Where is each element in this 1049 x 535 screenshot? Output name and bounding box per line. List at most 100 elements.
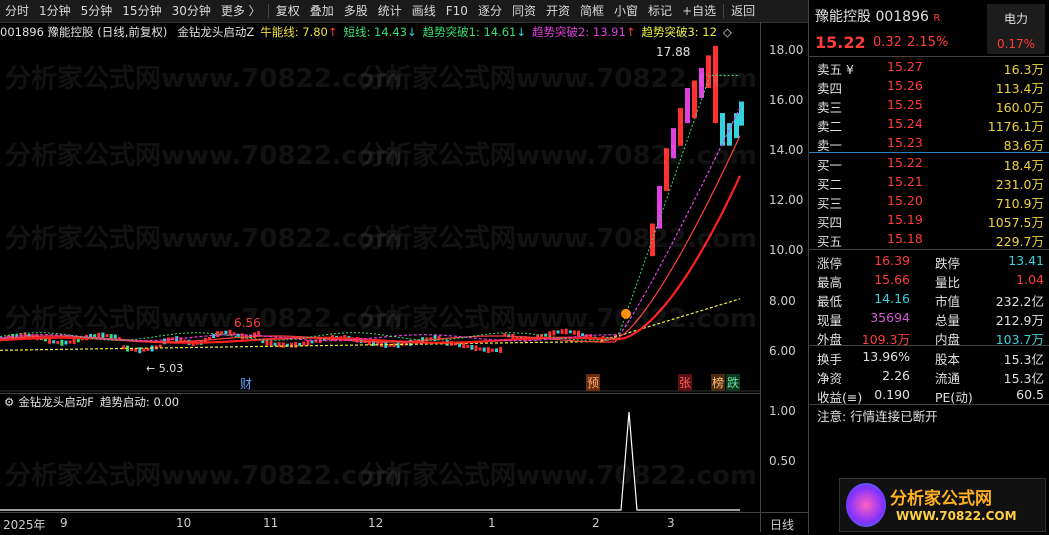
date-tick: 10 [176,516,192,530]
date-tick: 12 [368,516,384,530]
stock-name: 豫能控股 001896 R [815,9,941,25]
candle [269,340,273,346]
short-line [0,74,740,341]
toolbar-item[interactable]: 同资 [507,0,541,22]
candle [306,339,310,346]
date-tick: 2025年 [3,518,46,532]
indicator-header: 001896 豫能控股 (日线,前复权) 金钻龙头启动Z 牛能线: 7.80 ↑… [0,23,760,41]
price-tick: 10.00 [769,243,804,257]
period-label[interactable]: 日线 [770,516,794,533]
sub-indicator-header: ⚙ 金钻龙头启动F 趋势启动: 0.00 [0,393,760,410]
candlestick-chart[interactable] [0,42,760,392]
quote-panel: 豫能控股 001896 R 电力 0.17% 15.22 0.32 2.15% 卖五 ¥15… [808,0,1049,534]
toolbar-item[interactable]: 15分钟 [117,0,166,22]
candle [577,330,580,337]
date-tick: 1 [488,516,496,530]
toolbar-item[interactable]: 简框 [575,0,609,22]
toolbar-item[interactable]: 更多 〉 [216,0,266,22]
candle [706,55,711,88]
formula-name[interactable]: 金钻龙头启动Z [177,24,254,40]
candle [281,342,285,348]
candle [560,329,564,334]
toolbar-item[interactable]: +自选 [677,0,721,22]
toolbar-item[interactable]: 小窗 [609,0,643,22]
stat-row: 现量 35694 总量 212.9万 [817,310,1044,328]
toolbar-item[interactable]: 统计 [373,0,407,22]
candle [556,330,560,334]
stat-row: 最高 15.66 量比 1.04 [817,272,1044,290]
candle [72,338,76,345]
candle [302,341,306,346]
date-tick: 3 [667,516,675,530]
last-price: 15.22 [815,33,866,52]
sub-indicator-name[interactable]: 金钻龙头启动F [18,394,94,410]
toolbar-item[interactable]: 多股 [339,0,373,22]
trend1-arrow-icon: ↓ [516,25,527,39]
toolbar-item[interactable]: 5分钟 [76,0,118,22]
toolbar-item[interactable]: 返回 [726,0,760,22]
candle [664,148,669,191]
candle [470,344,474,350]
toolbar-item[interactable]: 30分钟 [167,0,216,22]
mid-high-annotation: 6.56 [234,316,261,330]
candle [101,332,105,338]
price-tick: 6.00 [769,344,796,358]
candle [486,347,490,353]
candle [109,334,113,339]
event-badge-list[interactable]: 榜 [711,374,726,391]
event-badge-forecast[interactable]: 预 [586,374,601,391]
ask-row[interactable]: 卖一 15.23 83.6万 [809,134,1049,153]
short-arrow-icon: ↓ [406,25,417,39]
candle [224,330,228,334]
candle [290,342,293,348]
stock-title: 001896 豫能控股 (日线,前复权) [0,25,168,39]
candle [97,332,101,338]
candle [671,128,676,159]
candle [548,331,552,337]
gear-icon[interactable]: ⚙ [4,395,14,409]
candle [685,87,690,124]
niu-line-value: 牛能线: 7.80 [260,25,328,39]
toolbar-item[interactable]: 逐分 [473,0,507,22]
candle [564,328,568,335]
ask-row[interactable]: 卖二 15.24 1176.1万 [809,115,1049,134]
stat-row: 净资 2.26 流通 15.3亿 [817,368,1044,386]
toolbar-item[interactable]: 复权 [271,0,305,22]
toolbar-item[interactable]: 开资 [541,0,575,22]
ask-row[interactable]: 卖四 15.26 113.4万 [809,77,1049,96]
sector-box[interactable]: 电力 0.17% [987,4,1045,54]
bid-row[interactable]: 买四 15.19 1057.5万 [809,211,1049,230]
toolbar-item[interactable]: 画线 [407,0,441,22]
event-badge-financial[interactable]: 财 [240,375,252,392]
bid-row[interactable]: 买二 15.21 231.0万 [809,173,1049,192]
candle [212,334,216,339]
trend-start-chart[interactable] [0,409,760,511]
candle [158,344,162,348]
trend3-value: 趋势突破3: 12 [641,25,717,39]
trend-line-3 [0,107,741,342]
bid-row[interactable]: 买三 15.20 710.9万 [809,192,1049,211]
toolbar-item[interactable]: F10 [441,0,473,22]
candle [474,345,478,352]
event-badge-limit-up[interactable]: 张 [678,374,693,391]
bid-row[interactable]: 买五 15.18 229.7万 [809,230,1049,249]
niu-arrow-icon: ↑ [327,25,338,39]
price-tick: 8.00 [769,294,796,308]
toolbar-item[interactable]: 标记 [643,0,677,22]
event-badge-drop[interactable]: 跌 [726,374,741,391]
candle [499,346,503,353]
candle [60,339,64,346]
bid-row[interactable]: 买一 15.22 18.4万 [809,154,1049,173]
ask-row[interactable]: 卖三 15.25 160.0万 [809,96,1049,115]
trend2-value: 趋势突破2: 13.91 [532,25,626,39]
low-annotation: ← 5.03 [146,362,184,375]
candle [273,342,277,346]
toolbar-item[interactable]: 分时 [0,0,34,22]
toolbar-item[interactable]: 1分钟 [34,0,76,22]
diamond-icon: ◇ [722,25,732,39]
ask-row[interactable]: 卖五 ¥15.27 16.3万 [809,58,1049,77]
start-marker-icon [621,308,631,319]
candle [68,340,72,344]
price-tick: 18.00 [769,43,804,57]
toolbar-item[interactable]: 叠加 [305,0,339,22]
